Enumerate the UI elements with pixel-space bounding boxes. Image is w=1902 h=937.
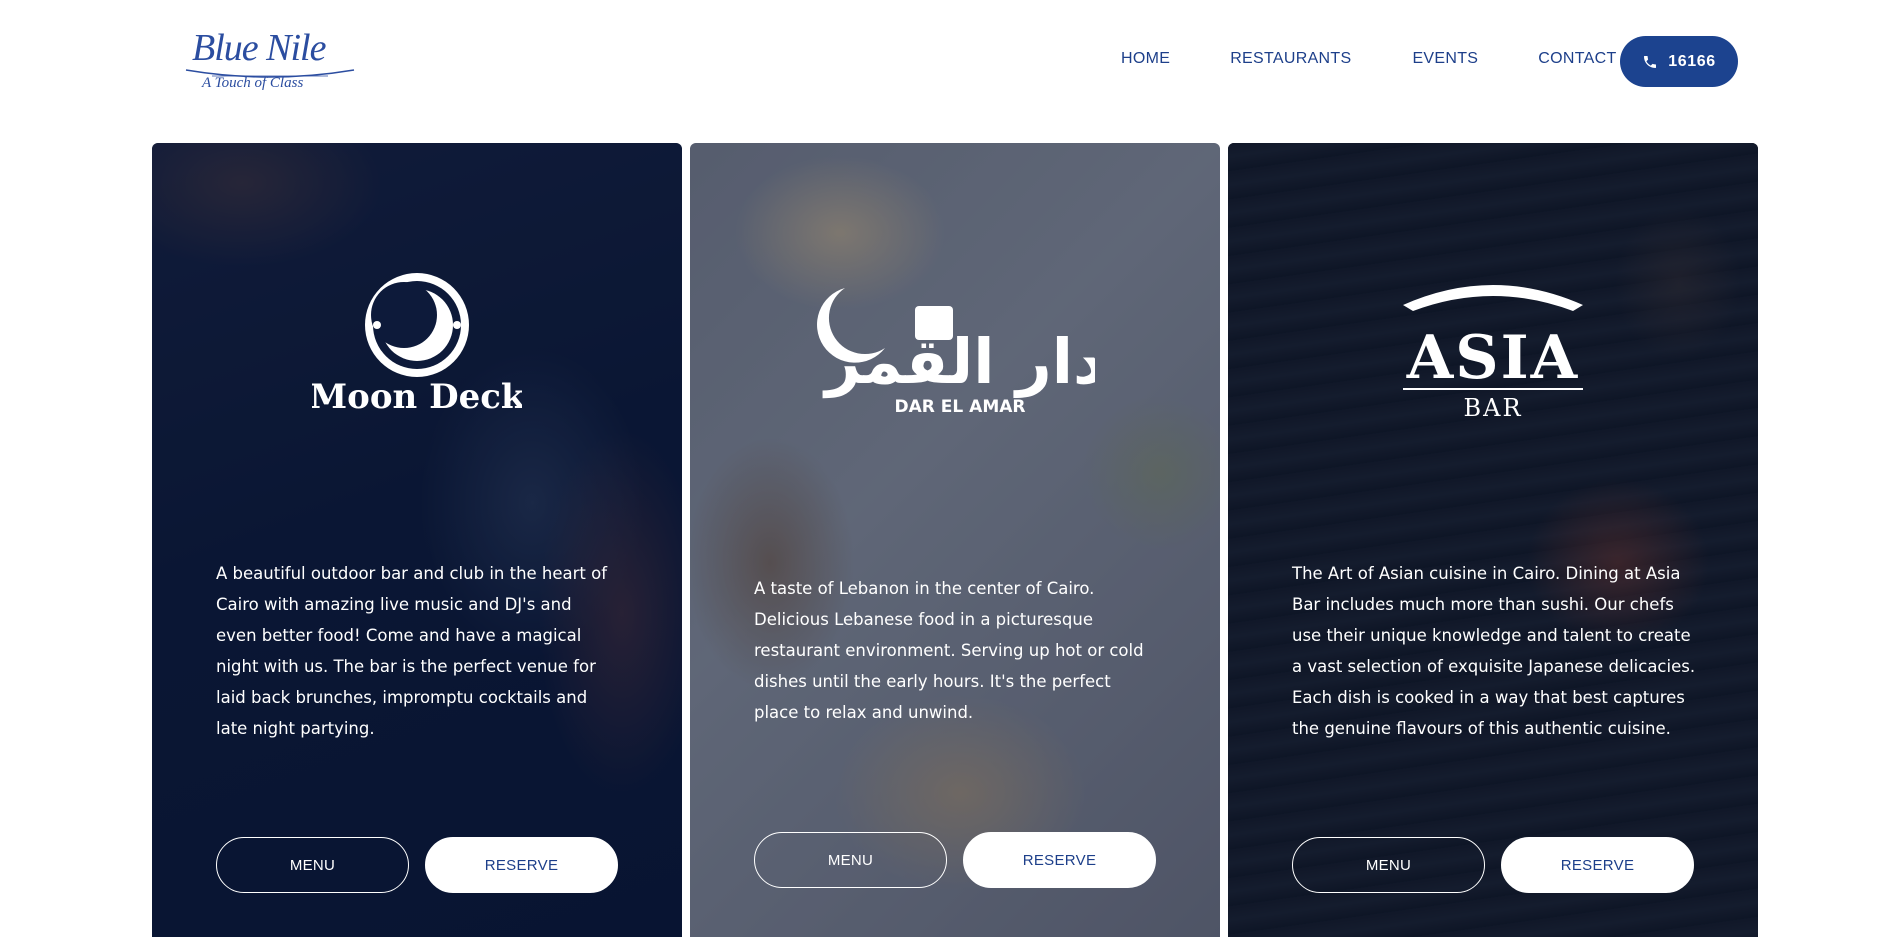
logo-tagline: A Touch of Class <box>202 75 304 91</box>
dar-el-amar-logo-text: DAR EL AMAR <box>895 397 1026 417</box>
card-overlay <box>1228 143 1758 937</box>
asia-bar-logo: ASIA BAR <box>1403 285 1583 422</box>
nav-restaurants[interactable]: RESTAURANTS <box>1230 50 1351 68</box>
phone-number: 16166 <box>1668 52 1716 70</box>
restaurant-card-dar-el-amar: دار القمر DAR EL AMAR A taste of Lebanon… <box>690 143 1220 937</box>
moon-deck-logo: Moon Deck <box>312 273 522 417</box>
menu-button[interactable]: MENU <box>754 832 947 888</box>
card-overlay <box>152 143 682 937</box>
dar-el-amar-arabic-text: دار القمر <box>822 325 1095 398</box>
asia-bar-logo-subtext: BAR <box>1463 394 1522 422</box>
main-nav: HOME RESTAURANTS EVENTS CONTACT <box>1121 50 1653 68</box>
call-button[interactable]: 16166 <box>1620 36 1738 87</box>
reserve-button[interactable]: RESERVE <box>1501 837 1694 893</box>
blue-nile-logo[interactable]: Blue Nile A Touch of Class <box>182 26 358 96</box>
menu-button[interactable]: MENU <box>1292 837 1485 893</box>
card-description: The Art of Asian cuisine in Cairo. Dinin… <box>1292 564 1696 738</box>
asia-bar-logo-text: ASIA <box>1406 323 1580 393</box>
restaurant-card-asia-bar: ASIA BAR The Art of Asian cuisine in Cai… <box>1228 143 1758 937</box>
menu-button[interactable]: MENU <box>216 837 409 893</box>
site-header: Blue Nile A Touch of Class HOME RESTAURA… <box>0 0 1902 130</box>
reserve-button[interactable]: RESERVE <box>425 837 618 893</box>
phone-icon <box>1644 55 1657 68</box>
nav-home[interactable]: HOME <box>1121 50 1170 68</box>
card-overlay <box>690 143 1220 937</box>
reserve-button[interactable]: RESERVE <box>963 832 1156 888</box>
moon-deck-logo-text: Moon Deck <box>312 377 522 417</box>
nav-events[interactable]: EVENTS <box>1412 50 1478 68</box>
nav-contact[interactable]: CONTACT <box>1538 50 1616 68</box>
restaurant-card-moon-deck: Moon Deck A beautiful outdoor bar and cl… <box>152 143 682 937</box>
card-description: A beautiful outdoor bar and club in the … <box>216 564 608 738</box>
card-description: A taste of Lebanon in the center of Cair… <box>754 579 1144 722</box>
dar-el-amar-logo: دار القمر DAR EL AMAR <box>817 288 1095 417</box>
logo-name: Blue Nile <box>192 27 326 69</box>
